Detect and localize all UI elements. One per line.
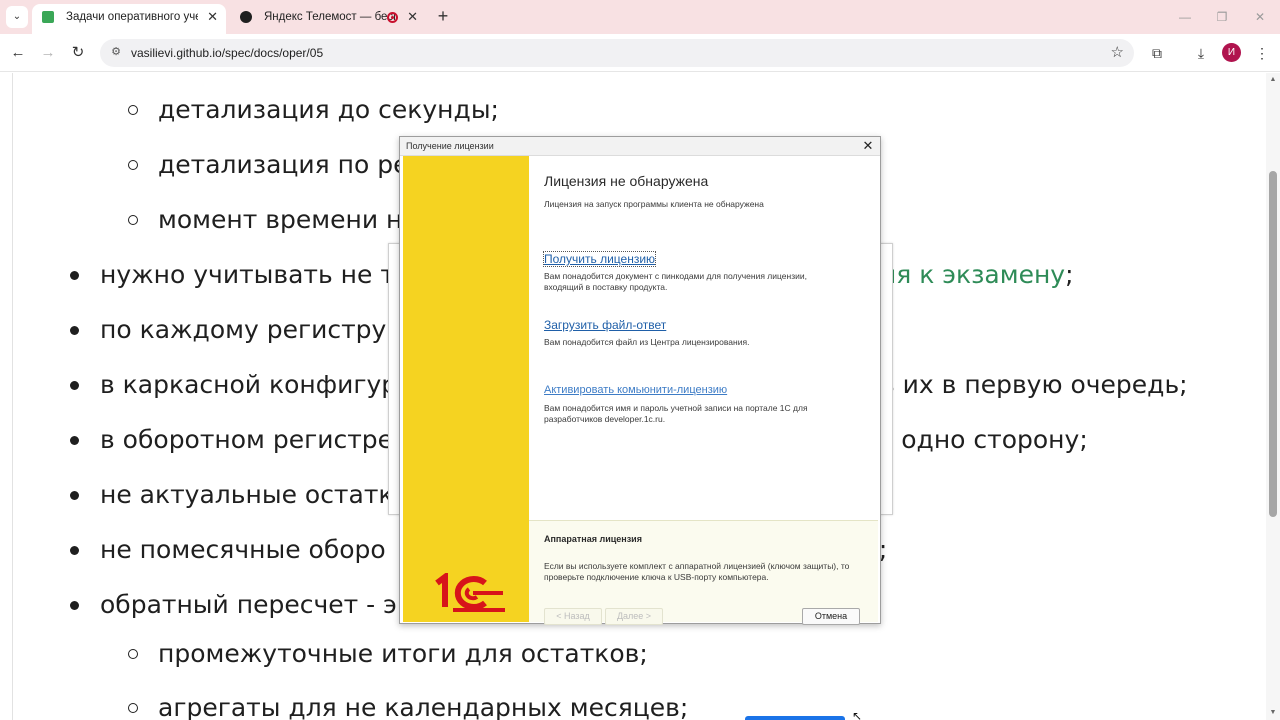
load-response-file-link[interactable]: Загрузить файл-ответ	[544, 318, 666, 332]
list-item: детализация до секунды;	[158, 95, 499, 124]
extensions-icon[interactable]: ⧉	[1147, 43, 1167, 63]
scroll-down-icon[interactable]: ▼	[1268, 709, 1278, 716]
bullet-icon	[70, 326, 79, 335]
tab-title: Задачи оперативного учета |	[66, 11, 198, 23]
exam-link[interactable]: ия к экзамену	[880, 260, 1065, 289]
tab-search-menu-button[interactable]: ⌄	[6, 6, 28, 28]
list-item: обратный пересчет - э	[100, 590, 397, 619]
tab-close-icon[interactable]: ✕	[407, 4, 418, 30]
bullet-icon	[70, 381, 79, 390]
list-item-tail: з одно сторону;	[880, 425, 1088, 454]
list-item-tail-text: ;	[1065, 260, 1074, 289]
sub-bullet-icon	[128, 703, 138, 713]
brand-sidebar	[403, 156, 529, 622]
more-menu-icon[interactable]: ⋮	[1252, 43, 1272, 63]
bullet-icon	[70, 271, 79, 280]
site-info-icon[interactable]: ⚙	[109, 45, 123, 59]
tab-active[interactable]: Задачи оперативного учета | ✕	[32, 4, 226, 34]
bullet-icon	[70, 546, 79, 555]
hardware-license-title: Аппаратная лицензия	[544, 534, 642, 544]
dialog-titlebar: Получение лицензии ✕	[400, 137, 880, 156]
scroll-up-icon[interactable]: ▲	[1268, 76, 1278, 83]
recording-indicator-icon	[387, 12, 398, 23]
list-item: в каркасной конфигур	[100, 370, 398, 399]
load-response-file-desc: Вам понадобится файл из Центра лицензиро…	[544, 337, 750, 347]
dialog-close-icon[interactable]: ✕	[860, 138, 876, 154]
sub-bullet-icon	[128, 649, 138, 659]
hardware-license-section: Аппаратная лицензия Если вы используете …	[529, 521, 878, 625]
tab-title: Яндекс Телемост — беспл	[264, 11, 396, 23]
license-dialog: Получение лицензии ✕ Лицензия не обнаруж…	[399, 136, 881, 625]
1c-logo-icon	[435, 573, 505, 612]
hardware-license-desc: Если вы используете комплект с аппаратно…	[544, 561, 850, 582]
mouse-cursor-icon: ↖	[852, 709, 863, 720]
bullet-icon	[70, 491, 79, 500]
get-license-desc: Вам понадобится документ с пинкодами для…	[544, 271, 807, 292]
sub-bullet-icon	[128, 160, 138, 170]
site-favicon-icon	[42, 11, 54, 23]
browser-toolbar: ← → ↻ ⚙ vasilievi.github.io/spec/docs/op…	[0, 34, 1280, 72]
next-button[interactable]: Далее >	[605, 608, 663, 625]
telemost-favicon-icon	[240, 11, 252, 23]
bullet-icon	[70, 601, 79, 610]
cancel-button[interactable]: Отмена	[802, 608, 860, 625]
minimize-icon[interactable]: —	[1176, 8, 1194, 26]
address-bar[interactable]: ⚙ vasilievi.github.io/spec/docs/oper/05 …	[100, 39, 1134, 67]
list-item: не актуальные остатк	[100, 480, 394, 509]
list-item: детализация по ре	[158, 150, 409, 179]
scroll-thumb[interactable]	[1269, 171, 1277, 517]
download-icon[interactable]: ⤓	[1191, 43, 1211, 63]
sub-bullet-icon	[128, 105, 138, 115]
profile-avatar[interactable]: И	[1222, 43, 1241, 62]
bookmark-star-icon[interactable]: ☆	[1111, 43, 1124, 61]
list-item: агрегаты для не календарных месяцев;	[158, 693, 689, 720]
tab-strip: ⌄ Задачи оперативного учета | ✕ Яндекс Т…	[0, 0, 1280, 34]
back-button[interactable]: < Назад	[544, 608, 602, 625]
back-arrow-icon[interactable]: ←	[7, 42, 29, 64]
get-license-link[interactable]: Получить лицензию	[542, 251, 657, 267]
sub-bullet-icon	[128, 215, 138, 225]
activate-community-license-desc: Вам понадобится имя и пароль учетной зап…	[544, 403, 808, 424]
dialog-subheading: Лицензия на запуск программы клиента не …	[544, 199, 764, 209]
list-item: в оборотном регистре	[100, 425, 394, 454]
url-text: vasilievi.github.io/spec/docs/oper/05	[131, 46, 324, 60]
list-item: момент времени н	[158, 205, 403, 234]
tab-close-icon[interactable]: ✕	[207, 4, 218, 30]
list-item-tail: ия к экзамену;	[880, 260, 1074, 290]
list-item: не помесячные оборо	[100, 535, 386, 564]
page-scrollbar[interactable]: ▲ ▼	[1266, 73, 1280, 720]
restore-icon[interactable]: ❐	[1213, 8, 1231, 26]
list-item: промежуточные итоги для остатков;	[158, 639, 648, 668]
list-item: нужно учитывать не т	[100, 260, 395, 289]
bullet-icon	[70, 436, 79, 445]
dialog-title: Получение лицензии	[406, 141, 494, 151]
reload-icon[interactable]: ↻	[67, 42, 89, 64]
tab-telemost[interactable]: Яндекс Телемост — беспл ✕	[230, 4, 426, 34]
activate-community-license-link[interactable]: Активировать комьюнити-лицензию	[544, 384, 727, 396]
list-item-tail: ь их в первую очередь;	[880, 370, 1188, 399]
taskbar-indicator	[745, 716, 845, 720]
dialog-heading: Лицензия не обнаружена	[544, 173, 709, 189]
page-border	[12, 73, 13, 720]
close-window-icon[interactable]: ✕	[1251, 8, 1269, 26]
list-item: по каждому регистру	[100, 315, 387, 344]
new-tab-button[interactable]: +	[432, 5, 454, 27]
forward-arrow-icon[interactable]: →	[37, 42, 59, 64]
dialog-content: Лицензия не обнаружена Лицензия на запус…	[529, 156, 878, 625]
